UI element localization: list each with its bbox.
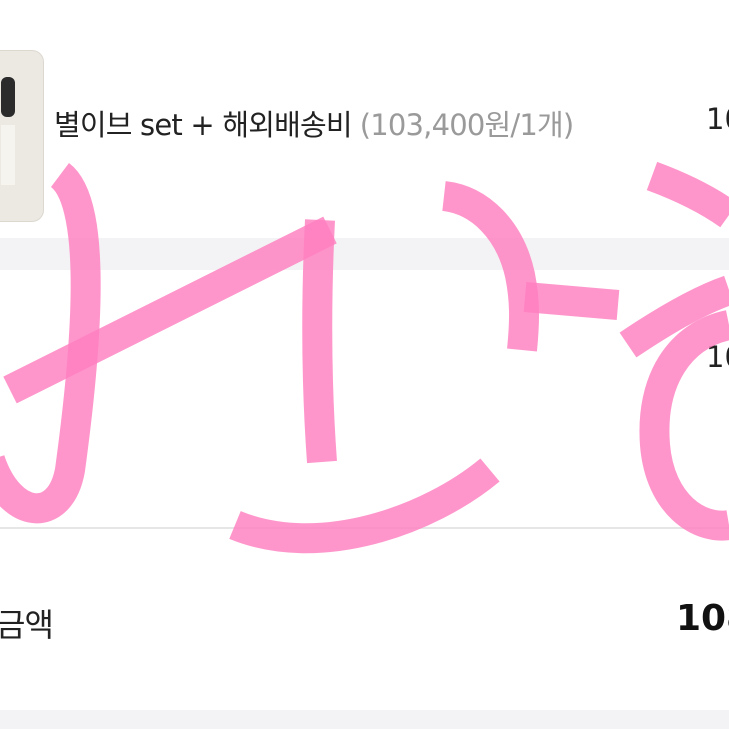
- annotation-stroke: [523, 282, 620, 320]
- product-thumbnail[interactable]: [0, 50, 44, 222]
- divider: [0, 527, 729, 529]
- subtotal-price: 10: [706, 340, 729, 374]
- annotation-stroke: [441, 181, 540, 352]
- annotation-stroke: [619, 275, 729, 358]
- annotation-stroke: [0, 163, 101, 524]
- unit-price: (103,400원/1개): [359, 108, 575, 142]
- section-separator: [0, 238, 729, 270]
- total-label: 금액: [0, 606, 54, 644]
- item-price: 10: [706, 102, 729, 136]
- product-name-text: 별이브 set + 해외배송비: [54, 108, 353, 142]
- bottom-separator: [0, 710, 729, 729]
- product-name: 별이브 set + 해외배송비 (103,400원/1개): [54, 102, 575, 144]
- total-amount: 108: [676, 598, 729, 639]
